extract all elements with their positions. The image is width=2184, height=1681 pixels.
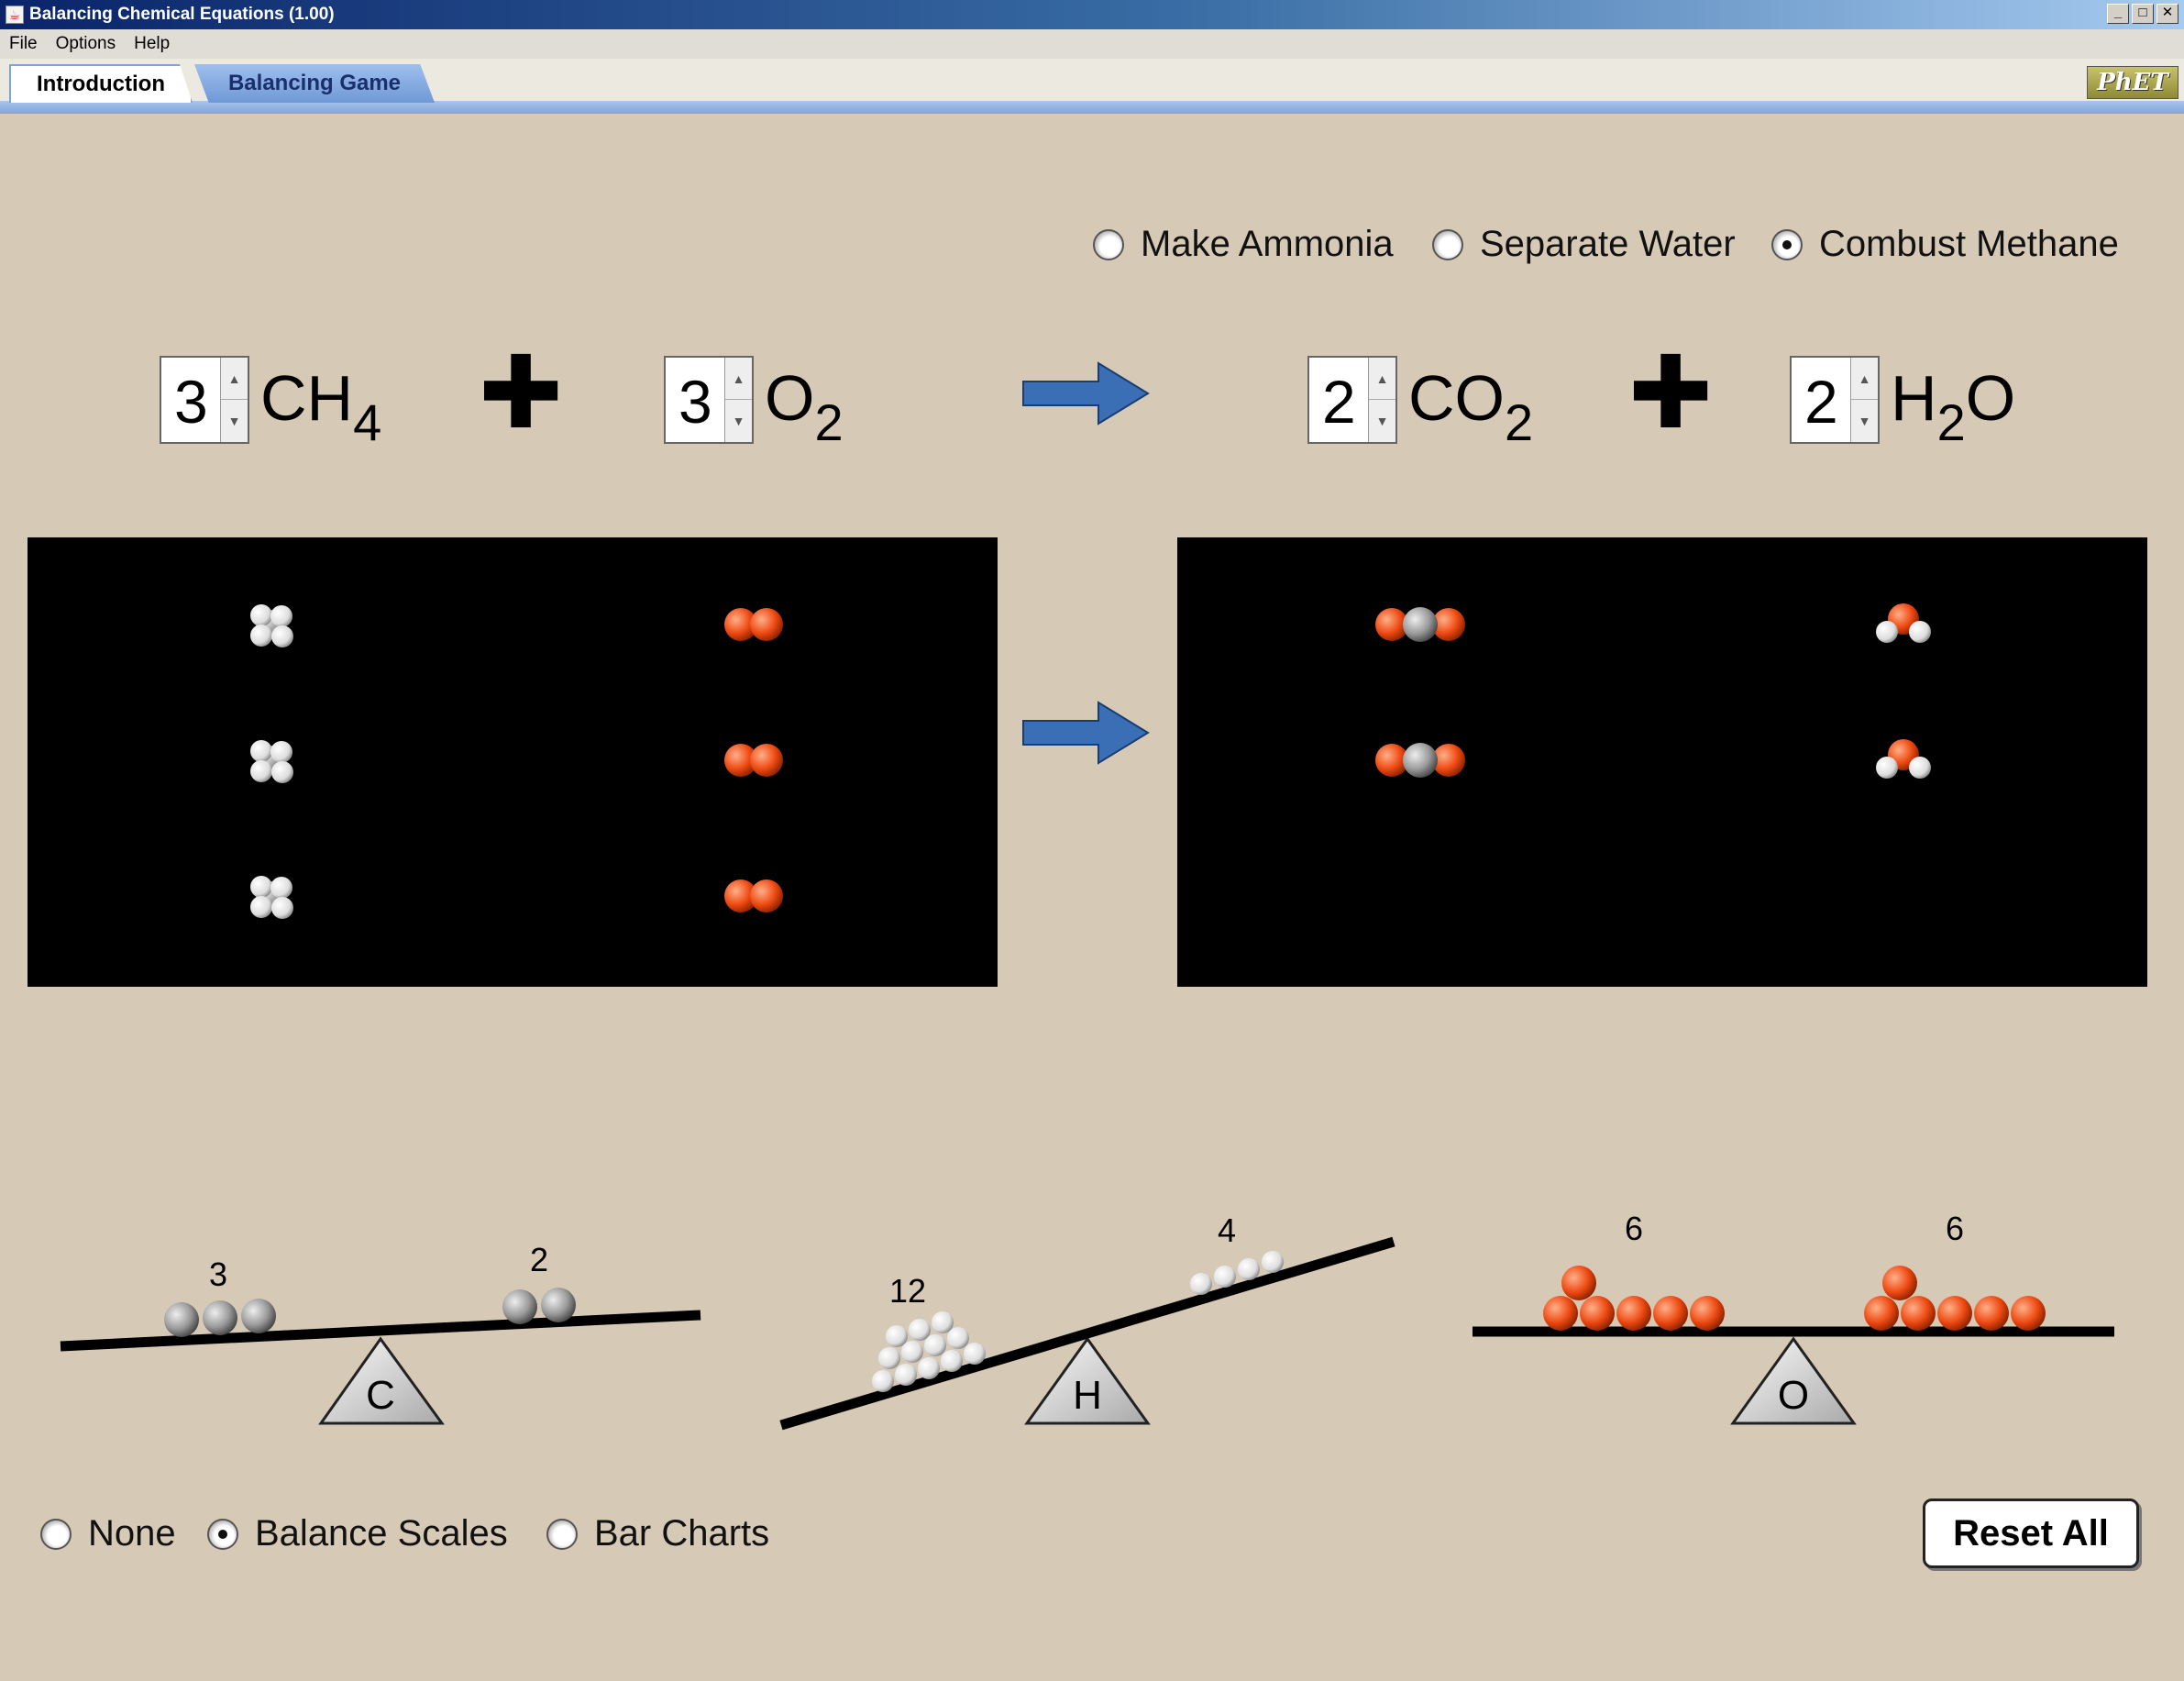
scale-right-count: 6 <box>1946 1210 1964 1247</box>
close-icon[interactable]: ✕ <box>2156 4 2178 24</box>
tab-introduction[interactable]: Introduction <box>9 64 193 103</box>
menu-bar: File Options Help <box>0 29 2184 59</box>
radio-label: Balance Scales <box>255 1513 508 1554</box>
hydrogen-scale: H 12 4 <box>779 1211 1395 1431</box>
menu-options[interactable]: Options <box>47 34 125 54</box>
tab-strip <box>0 101 2184 114</box>
radio-indicator[interactable] <box>546 1518 578 1550</box>
scale-left-count: 6 <box>1625 1210 1643 1247</box>
scale-element-label: H <box>1073 1373 1102 1418</box>
tab-bar: Introduction Balancing Game PhET <box>0 59 2184 114</box>
tab-balancing-game[interactable]: Balancing Game <box>194 64 435 103</box>
scale-left-count: 12 <box>889 1272 926 1310</box>
carbon-scale: C 3 2 <box>60 1241 701 1425</box>
scale-element-label: C <box>366 1373 395 1418</box>
radio-label: Bar Charts <box>594 1513 770 1554</box>
window-title: Balancing Chemical Equations (1.00) <box>29 5 335 24</box>
scale-right-count: 2 <box>530 1241 548 1278</box>
simulation-stage: Make Ammonia Separate Water Combust Meth… <box>0 114 2184 1681</box>
menu-help[interactable]: Help <box>125 34 179 54</box>
java-app-icon: ☕ <box>6 6 24 24</box>
window-titlebar: ☕ Balancing Chemical Equations (1.00) _ … <box>0 0 2184 29</box>
scale-element-label: O <box>1778 1373 1809 1418</box>
scale-right-count: 4 <box>1218 1211 1236 1249</box>
reset-all-button[interactable]: Reset All <box>1923 1499 2139 1568</box>
radio-indicator[interactable] <box>40 1518 72 1550</box>
menu-file[interactable]: File <box>0 34 47 54</box>
radio-view-balance-scales[interactable]: Balance Scales <box>207 1513 508 1554</box>
maximize-icon[interactable]: □ <box>2132 4 2154 24</box>
scale-left-count: 3 <box>209 1255 227 1293</box>
window-controls: _ □ ✕ <box>2107 4 2178 24</box>
minimize-icon[interactable]: _ <box>2107 4 2129 24</box>
balance-scales: C 3 2 H 12 4 O 6 6 <box>60 1210 2114 1431</box>
radio-view-bar-charts[interactable]: Bar Charts <box>546 1513 769 1554</box>
radio-view-none[interactable]: None <box>40 1513 176 1554</box>
radio-label: None <box>88 1513 176 1554</box>
phet-logo[interactable]: PhET <box>2087 66 2178 99</box>
oxygen-scale: O 6 6 <box>1473 1210 2114 1425</box>
radio-indicator[interactable] <box>207 1518 238 1550</box>
